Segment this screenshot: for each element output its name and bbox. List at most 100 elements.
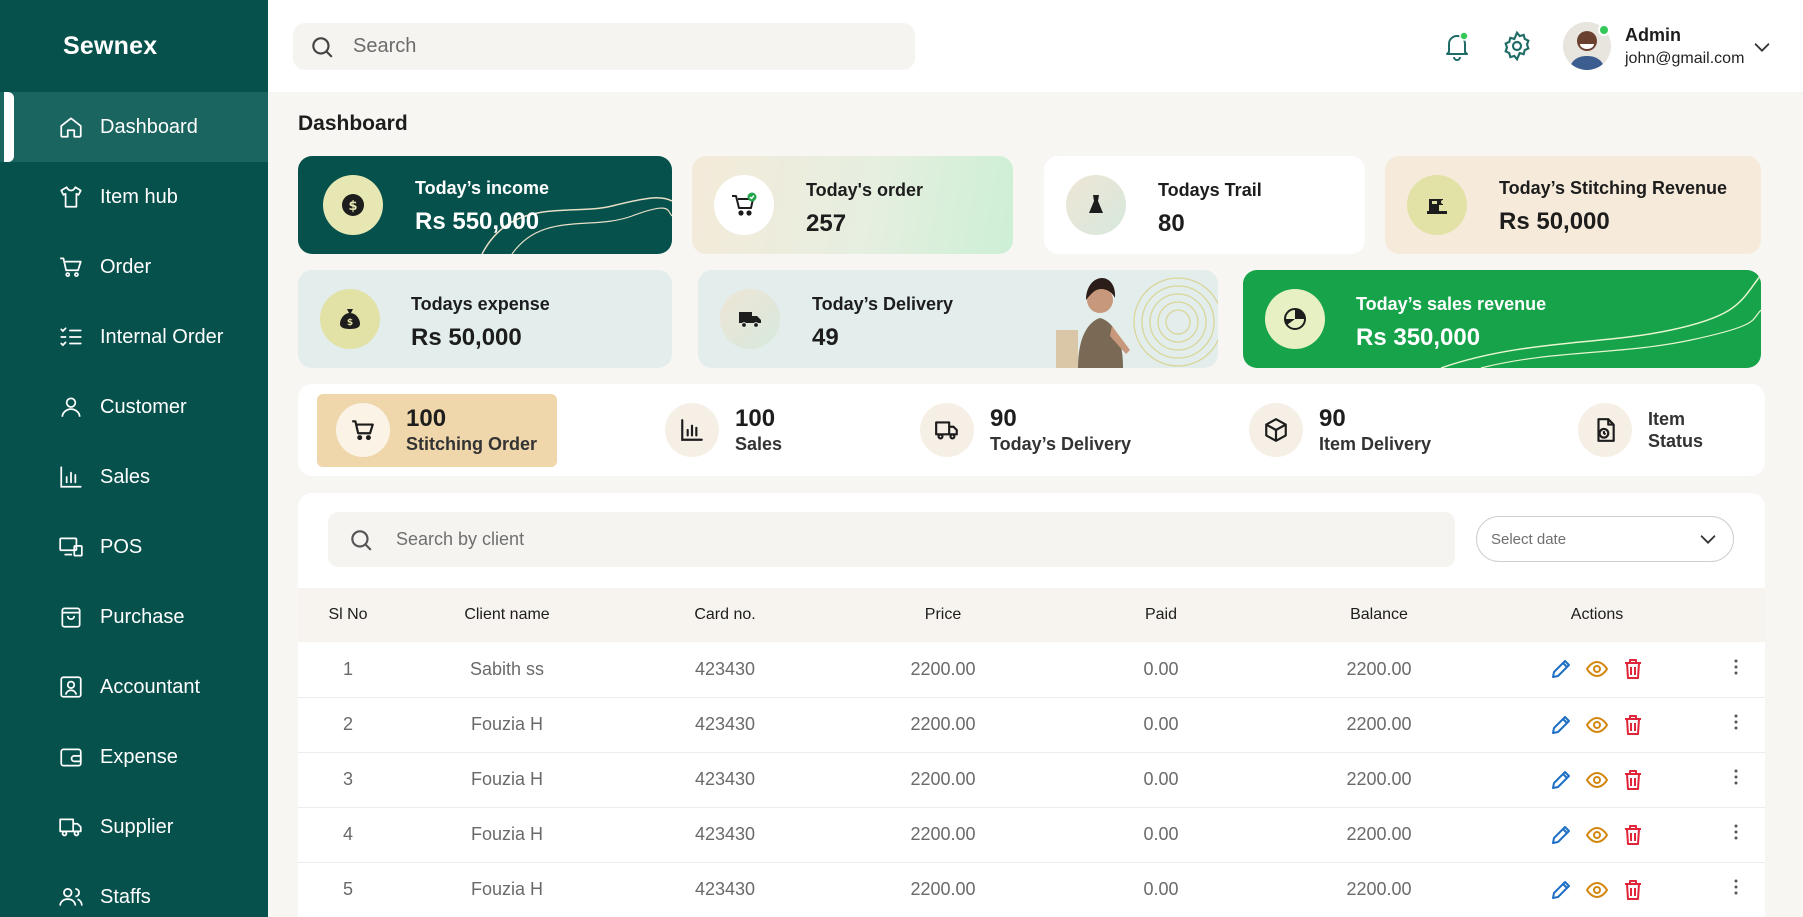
table-row[interactable]: 3 Fouzia H 423430 2200.00 0.00 2200.00	[298, 752, 1765, 807]
box-icon	[1265, 418, 1287, 442]
search-input[interactable]	[353, 35, 893, 58]
truck-icon	[935, 421, 958, 440]
edit-pencil-icon[interactable]	[1549, 657, 1573, 681]
delivery-illustration	[1056, 277, 1218, 368]
stat-stitching-order[interactable]: 100 Stitching Order	[336, 384, 537, 476]
table-row[interactable]: 2 Fouzia H 423430 2200.00 0.00 2200.00	[298, 697, 1765, 752]
more-vertical-icon[interactable]	[1726, 822, 1746, 842]
delete-trash-icon[interactable]	[1621, 657, 1645, 681]
cell-price: 2200.00	[910, 879, 976, 899]
column-header[interactable]: Paid	[1052, 588, 1270, 642]
column-header[interactable]: Balance	[1270, 588, 1488, 642]
shirt-icon	[60, 186, 82, 208]
more-vertical-icon[interactable]	[1726, 657, 1746, 677]
view-eye-icon[interactable]	[1585, 713, 1609, 737]
sidebar-item-dashboard[interactable]: Dashboard	[0, 92, 268, 162]
cell-actions	[1488, 807, 1706, 862]
edit-pencil-icon[interactable]	[1549, 713, 1573, 737]
view-eye-icon[interactable]	[1585, 823, 1609, 847]
home-icon	[60, 117, 82, 138]
sidebar-item-expense[interactable]: Expense	[0, 722, 268, 792]
column-header[interactable]: Card no.	[616, 588, 834, 642]
column-header[interactable]: Price	[834, 588, 1052, 642]
cell-paid: 0.00	[1143, 714, 1179, 734]
sidebar-item-label: Supplier	[100, 815, 174, 838]
global-search[interactable]	[293, 23, 915, 70]
more-vertical-icon[interactable]	[1726, 712, 1746, 732]
delivery-card[interactable]: Today’s Delivery 49	[698, 270, 1218, 368]
app-logo[interactable]: Sewnex	[63, 32, 157, 61]
view-eye-icon[interactable]	[1585, 657, 1609, 681]
cell-client-name: Fouzia H	[470, 714, 544, 734]
trail-icon-circle	[1066, 175, 1126, 235]
delete-trash-icon[interactable]	[1621, 713, 1645, 737]
table-row[interactable]: 4 Fouzia H 423430 2200.00 0.00 2200.00	[298, 807, 1765, 862]
edit-pencil-icon[interactable]	[1549, 768, 1573, 792]
sidebar-item-pos[interactable]: POS	[0, 512, 268, 582]
stat-todays-delivery[interactable]: 90 Today’s Delivery	[920, 384, 1131, 476]
table-row[interactable]: 5 Fouzia H 423430 2200.00 0.00 2200.00	[298, 862, 1765, 917]
sidebar-item-item-hub[interactable]: Item hub	[0, 162, 268, 232]
stitching-revenue-card[interactable]: Today’s Stitching Revenue Rs 50,000	[1385, 156, 1761, 254]
bar-chart-icon	[60, 466, 82, 488]
stat-item-delivery[interactable]: 90 Item Delivery	[1249, 384, 1431, 476]
chevron-down-icon[interactable]	[1751, 36, 1773, 58]
online-status-dot	[1598, 24, 1610, 36]
card-value: 49	[812, 324, 839, 351]
trail-card[interactable]: Todays Trail 80	[1044, 156, 1365, 254]
card-label: Todays expense	[411, 294, 550, 314]
view-eye-icon[interactable]	[1585, 768, 1609, 792]
truck-icon	[739, 312, 761, 328]
sales-revenue-card[interactable]: Today’s sales revenue Rs 350,000	[1243, 270, 1761, 368]
edit-pencil-icon[interactable]	[1549, 878, 1573, 902]
cell-sl-no: 5	[342, 879, 353, 899]
stat-item-status[interactable]: Item Status	[1578, 384, 1703, 476]
stat-sales[interactable]: 100 Sales	[665, 384, 782, 476]
sidebar-item-supplier[interactable]: Supplier	[0, 792, 268, 862]
delete-trash-icon[interactable]	[1621, 878, 1645, 902]
stat-icon-circle	[665, 403, 719, 457]
sidebar-item-staffs[interactable]: Staffs	[0, 862, 268, 917]
topbar: Admin john@gmail.com	[268, 0, 1803, 92]
more-vertical-icon[interactable]	[1726, 877, 1746, 897]
sidebar-item-sales[interactable]: Sales	[0, 442, 268, 512]
card-label: Todays Trail	[1158, 180, 1262, 200]
bar-chart-icon	[681, 419, 703, 441]
client-search-input[interactable]	[396, 529, 1396, 550]
cell-actions	[1488, 862, 1706, 917]
delete-trash-icon[interactable]	[1621, 768, 1645, 792]
card-value: Rs 50,000	[411, 324, 522, 351]
delete-trash-icon[interactable]	[1621, 823, 1645, 847]
table-body: 1 Sabith ss 423430 2200.00 0.00 2200.00 …	[298, 642, 1765, 917]
column-header[interactable]: Client name	[398, 588, 616, 642]
sidebar-item-order[interactable]: Order	[0, 232, 268, 302]
stat-label: Stitching Order	[406, 434, 538, 454]
date-select[interactable]: Select date	[1476, 516, 1734, 562]
expense-card[interactable]: $ Todays expense Rs 50,000	[298, 270, 672, 368]
checklist-icon	[60, 327, 82, 347]
pos-icon	[59, 537, 83, 557]
sidebar-item-label: POS	[100, 535, 143, 558]
sidebar-item-purchase[interactable]: Purchase	[0, 582, 268, 652]
order-card[interactable]: Today's order 257	[692, 156, 1013, 254]
truck-icon	[59, 818, 82, 837]
column-header[interactable]: Sl No	[298, 588, 398, 642]
cell-actions	[1488, 697, 1706, 752]
cell-balance: 2200.00	[1346, 824, 1412, 844]
table-row[interactable]: 1 Sabith ss 423430 2200.00 0.00 2200.00	[298, 642, 1765, 697]
stat-number: 90	[990, 405, 1017, 432]
cell-price: 2200.00	[910, 658, 976, 679]
view-eye-icon[interactable]	[1585, 878, 1609, 902]
bell-icon[interactable]	[1441, 30, 1473, 62]
stat-icon-circle	[1249, 403, 1303, 457]
income-card[interactable]: $ Today’s income Rs 550,000	[298, 156, 672, 254]
sidebar-item-label: Purchase	[100, 605, 185, 628]
edit-pencil-icon[interactable]	[1549, 823, 1573, 847]
sidebar-item-accountant[interactable]: Accountant	[0, 652, 268, 722]
gear-icon[interactable]	[1501, 30, 1533, 62]
client-search[interactable]	[328, 512, 1455, 567]
sidebar-item-internal-order[interactable]: Internal Order	[0, 302, 268, 372]
more-vertical-icon[interactable]	[1726, 767, 1746, 787]
cell-more	[1706, 807, 1765, 862]
sidebar-item-customer[interactable]: Customer	[0, 372, 268, 442]
